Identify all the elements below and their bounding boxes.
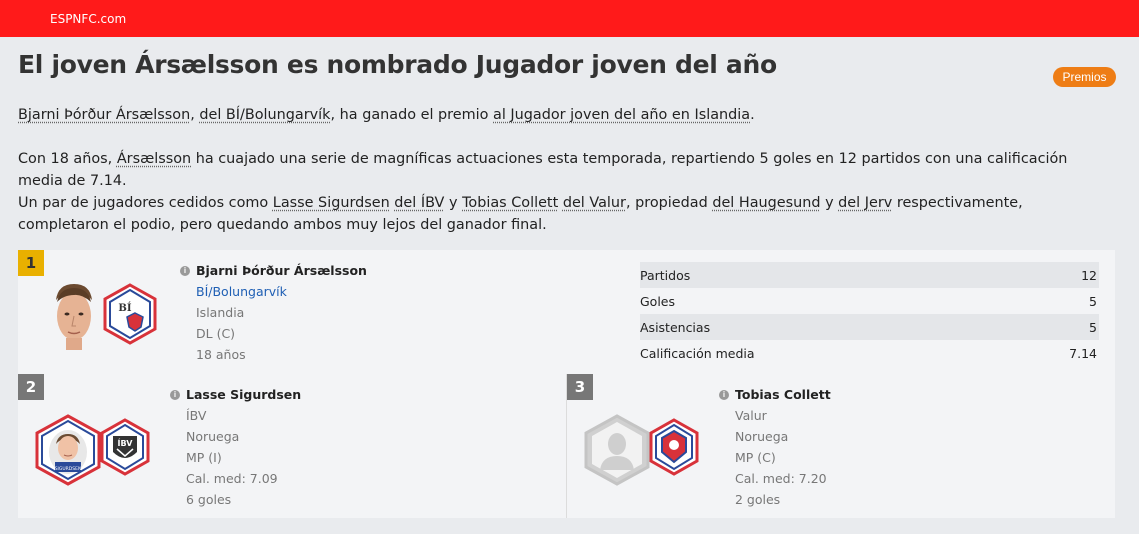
paragraph-1: Bjarni Þórður Ársælsson, del BÍ/Bolungar… xyxy=(18,104,1108,126)
player-age: 18 años xyxy=(196,347,246,362)
player-photo-placeholder-3 xyxy=(584,414,650,486)
brand-logo[interactable]: ESPNFC.com xyxy=(50,12,126,26)
inline-link[interactable]: Bjarni Þórður Ársælsson xyxy=(18,107,190,123)
rank-badge-1: 1 xyxy=(18,250,44,276)
article-title: El joven Ársælsson es nombrado Jugador j… xyxy=(18,50,777,79)
player-goals: 2 goles xyxy=(735,492,781,507)
inline-link[interactable]: del Haugesund xyxy=(712,195,820,211)
info-icon-third[interactable]: i xyxy=(719,390,729,400)
inline-link[interactable]: Tobias Collett xyxy=(462,195,558,211)
player-position: MP (C) xyxy=(735,450,776,465)
stat-value: 12 xyxy=(1081,267,1097,283)
player-rating: Cal. med: 7.09 xyxy=(186,471,278,486)
stat-value: 5 xyxy=(1089,319,1097,335)
club-badge-ibv-text: ÍBV xyxy=(118,437,134,448)
stat-label: Goles xyxy=(640,293,676,309)
stat-row-goles: Goles 5 xyxy=(640,288,1099,314)
club-badge-valur xyxy=(649,418,699,476)
club-badge-bi: BÍ xyxy=(103,283,157,345)
inline-link[interactable]: del ÍBV xyxy=(394,195,444,211)
inline-text: . xyxy=(750,107,755,123)
stat-row-asistencias: Asistencias 5 xyxy=(640,314,1099,340)
info-icon-second[interactable]: i xyxy=(170,390,180,400)
inline-link[interactable]: del BÍ/Bolungarvík xyxy=(199,107,330,123)
player-name[interactable]: Lasse Sigurdsen xyxy=(186,387,301,402)
player-nation: Noruega xyxy=(186,429,240,444)
inline-text: , ha ganado el premio xyxy=(330,107,494,123)
inline-link[interactable]: al Jugador joven del año en Islandia xyxy=(493,107,750,123)
stat-row-calificacion: Calificación media 7.14 xyxy=(640,340,1099,366)
player-photo-2: SIGURDSEN xyxy=(35,414,101,486)
inline-link[interactable]: del Jerv xyxy=(838,195,892,211)
player-name[interactable]: Bjarni Þórður Ársælsson xyxy=(196,263,367,278)
rank-badge-3: 3 xyxy=(567,374,593,400)
info-icon-winner[interactable]: i xyxy=(180,266,190,276)
player-position: MP (I) xyxy=(186,450,222,465)
player-nation: Islandia xyxy=(196,305,245,320)
top-bar: ESPNFC.com xyxy=(0,0,1139,37)
club-badge-bi-text: BÍ xyxy=(118,302,131,314)
rank-badge-2: 2 xyxy=(18,374,44,400)
inline-link[interactable]: del Valur xyxy=(563,195,626,211)
stat-label: Partidos xyxy=(640,267,691,283)
club-badge-ibv: ÍBV xyxy=(100,418,150,476)
inline-text: y xyxy=(444,195,463,211)
category-tag[interactable]: Premios xyxy=(1053,67,1116,87)
paragraph-3: Un par de jugadores cedidos como Lasse S… xyxy=(18,192,1108,236)
stat-row-partidos: Partidos 12 xyxy=(640,262,1099,288)
stat-label: Calificación media xyxy=(640,345,755,361)
player-position: DL (C) xyxy=(196,326,236,341)
inline-text: , propiedad xyxy=(625,195,713,211)
photo-caption-2: SIGURDSEN xyxy=(55,466,82,472)
inline-text: y xyxy=(820,195,839,211)
inline-link[interactable]: Ársælsson xyxy=(117,151,191,167)
inline-text: Con 18 años, xyxy=(18,151,117,167)
player-goals: 6 goles xyxy=(186,492,232,507)
stat-label: Asistencias xyxy=(640,319,711,335)
paragraph-2: Con 18 años, Ársælsson ha cuajado una se… xyxy=(18,148,1108,192)
player-rating: Cal. med: 7.20 xyxy=(735,471,827,486)
inline-link[interactable]: Lasse Sigurdsen xyxy=(273,195,390,211)
player-nation: Noruega xyxy=(735,429,789,444)
player-name[interactable]: Tobias Collett xyxy=(735,387,831,402)
player-face-1 xyxy=(56,284,92,350)
stat-value: 5 xyxy=(1089,293,1097,309)
player-club[interactable]: Valur xyxy=(735,408,767,423)
player-club[interactable]: BÍ/Bolungarvík xyxy=(196,284,287,299)
player-club[interactable]: ÍBV xyxy=(186,408,206,423)
inline-text: Un par de jugadores cedidos como xyxy=(18,195,273,211)
inline-text: , xyxy=(190,107,200,123)
winner-stats-table: Partidos 12 Goles 5 Asistencias 5 Calificac… xyxy=(640,262,1099,366)
stat-value: 7.14 xyxy=(1069,345,1097,361)
